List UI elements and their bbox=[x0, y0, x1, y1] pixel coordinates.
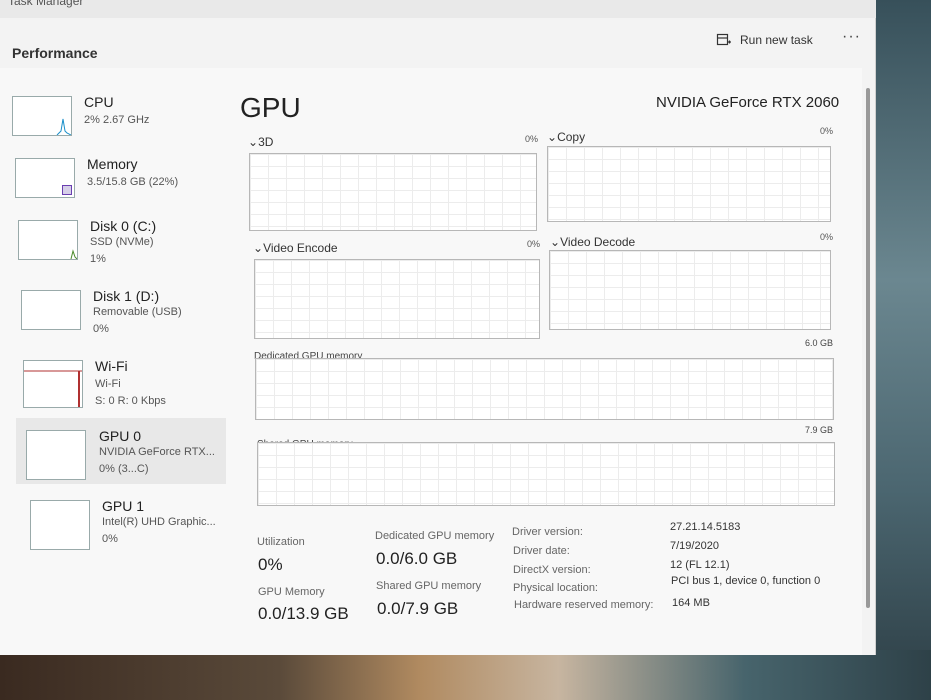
sidebar-item-usage: 0% bbox=[93, 323, 109, 335]
engine-percent: 0% bbox=[527, 239, 541, 249]
dedicated-memory-graph-max: 6.0 GB bbox=[805, 338, 834, 348]
gpu-section-title: GPU bbox=[240, 92, 301, 123]
physical-location-value: PCI bus 1, device 0, function 0 bbox=[671, 575, 821, 587]
driver-version-label: Driver version: bbox=[512, 526, 583, 538]
sidebar-item-gpu-1[interactable]: GPU 1 Intel(R) UHD Graphic... 0% bbox=[30, 496, 242, 556]
engine-copy-graph bbox=[547, 146, 831, 222]
dedicated-memory-graph bbox=[255, 358, 834, 420]
physical-location-label: Physical location: bbox=[513, 582, 598, 594]
driver-version-value: 27.21.14.5183 bbox=[670, 521, 741, 533]
sidebar-item-usage: S: 0 R: 0 Kbps bbox=[95, 395, 166, 407]
engine-label: 3D bbox=[258, 135, 274, 149]
gpu-memory-label: GPU Memory bbox=[258, 586, 325, 598]
sidebar-item-label: CPU bbox=[84, 94, 114, 110]
sidebar-item-label: GPU 0 bbox=[99, 428, 142, 444]
hardware-reserved-memory-value: 164 MB bbox=[672, 597, 710, 609]
engine-3d-graph bbox=[249, 153, 537, 231]
engine-video-decode-graph bbox=[549, 250, 831, 330]
directx-version-value: 12 (FL 12.1) bbox=[670, 559, 730, 571]
task-manager-window: Task Manager Performance Run new task ··… bbox=[0, 0, 876, 655]
sidebar-item-wifi[interactable]: Wi-Fi Wi-Fi S: 0 R: 0 Kbps bbox=[23, 356, 235, 416]
sidebar-item-detail: SSD (NVMe) bbox=[90, 236, 154, 248]
disk-0-thumbnail-graph bbox=[18, 220, 78, 260]
sidebar-item-usage: 0% (3...C) bbox=[99, 463, 149, 475]
shared-memory-graph-max: 7.9 GB bbox=[805, 425, 834, 435]
sidebar-item-label: Disk 0 (C:) bbox=[90, 218, 157, 234]
memory-thumbnail-graph bbox=[15, 158, 75, 198]
engine-percent: 0% bbox=[820, 232, 834, 242]
cpu-thumbnail-graph bbox=[12, 96, 72, 136]
page-title: Performance bbox=[12, 45, 98, 61]
driver-date-value: 7/19/2020 bbox=[670, 540, 719, 552]
directx-version-label: DirectX version: bbox=[513, 564, 591, 576]
desktop-wallpaper-right bbox=[871, 0, 931, 700]
engine-3d-dropdown[interactable]: ⌄3D bbox=[248, 135, 273, 149]
run-new-task-button[interactable]: Run new task bbox=[716, 32, 813, 48]
dedicated-memory-label: Dedicated GPU memory bbox=[375, 530, 495, 542]
sidebar-item-label: Wi-Fi bbox=[95, 358, 128, 374]
sidebar-item-detail: Wi-Fi bbox=[95, 378, 121, 390]
sidebar-item-usage: 1% bbox=[90, 253, 106, 265]
run-new-task-label: Run new task bbox=[740, 33, 813, 47]
sidebar-item-detail: 3.5/15.8 GB (22%) bbox=[87, 176, 179, 188]
hardware-reserved-memory-label: Hardware reserved memory: bbox=[514, 599, 654, 611]
gpu-memory-value: 0.0/13.9 GB bbox=[258, 604, 349, 623]
chevron-down-icon: ⌄ bbox=[547, 130, 558, 144]
chevron-down-icon: ⌄ bbox=[248, 135, 259, 149]
sidebar-item-detail: 2% 2.67 GHz bbox=[84, 114, 150, 126]
sidebar-item-disk-1[interactable]: Disk 1 (D:) Removable (USB) 0% bbox=[21, 286, 233, 346]
chevron-down-icon: ⌄ bbox=[550, 235, 561, 249]
sidebar-item-cpu[interactable]: CPU 2% 2.67 GHz bbox=[12, 92, 224, 152]
sidebar-item-label: Disk 1 (D:) bbox=[93, 288, 160, 304]
desktop-wallpaper-bottom bbox=[0, 650, 931, 700]
engine-video-encode-graph bbox=[254, 259, 540, 339]
shared-memory-label: Shared GPU memory bbox=[376, 580, 482, 592]
engine-label: Video Decode bbox=[560, 235, 636, 249]
engine-video-encode-dropdown[interactable]: ⌄Video Encode bbox=[253, 241, 338, 255]
more-options-icon[interactable]: ··· bbox=[842, 28, 861, 46]
engine-video-decode-dropdown[interactable]: ⌄Video Decode bbox=[550, 235, 635, 249]
dedicated-memory-value: 0.0/6.0 GB bbox=[376, 549, 458, 568]
engine-label: Video Encode bbox=[263, 241, 338, 255]
gpu-1-thumbnail-graph bbox=[30, 500, 90, 550]
sidebar-item-detail: Removable (USB) bbox=[93, 306, 182, 318]
engine-copy-dropdown[interactable]: ⌄Copy bbox=[547, 130, 585, 144]
driver-date-label: Driver date: bbox=[513, 545, 570, 557]
wifi-thumbnail-graph bbox=[23, 360, 83, 408]
utilization-value: 0% bbox=[258, 555, 283, 574]
sidebar-item-label: Memory bbox=[87, 156, 138, 172]
shared-memory-value: 0.0/7.9 GB bbox=[377, 599, 459, 618]
shared-memory-graph bbox=[257, 442, 835, 506]
sidebar-item-disk-0[interactable]: Disk 0 (C:) SSD (NVMe) 1% bbox=[18, 216, 230, 276]
performance-content: CPU 2% 2.67 GHz Memory 3.5/15.8 GB (22%)… bbox=[0, 68, 862, 655]
sidebar-item-memory[interactable]: Memory 3.5/15.8 GB (22%) bbox=[15, 154, 227, 214]
vertical-scrollbar[interactable] bbox=[866, 88, 870, 608]
sidebar-item-label: GPU 1 bbox=[102, 498, 145, 514]
gpu-model-name: NVIDIA GeForce RTX 2060 bbox=[656, 94, 840, 111]
chevron-down-icon: ⌄ bbox=[253, 241, 264, 255]
sidebar-item-usage: 0% bbox=[102, 533, 118, 545]
sidebar-item-gpu-0[interactable]: GPU 0 NVIDIA GeForce RTX... 0% (3...C) bbox=[16, 418, 226, 484]
engine-percent: 0% bbox=[525, 134, 539, 144]
utilization-label: Utilization bbox=[257, 536, 305, 548]
gpu-0-thumbnail-graph bbox=[26, 430, 86, 480]
sidebar-item-detail: NVIDIA GeForce RTX... bbox=[99, 446, 215, 458]
engine-label: Copy bbox=[557, 130, 586, 144]
run-task-icon bbox=[716, 33, 731, 46]
disk-1-thumbnail-graph bbox=[21, 290, 81, 330]
engine-percent: 0% bbox=[820, 126, 834, 136]
title-bar: Task Manager bbox=[0, 0, 876, 18]
sidebar-item-detail: Intel(R) UHD Graphic... bbox=[102, 516, 216, 528]
window-title: Task Manager bbox=[8, 0, 84, 8]
